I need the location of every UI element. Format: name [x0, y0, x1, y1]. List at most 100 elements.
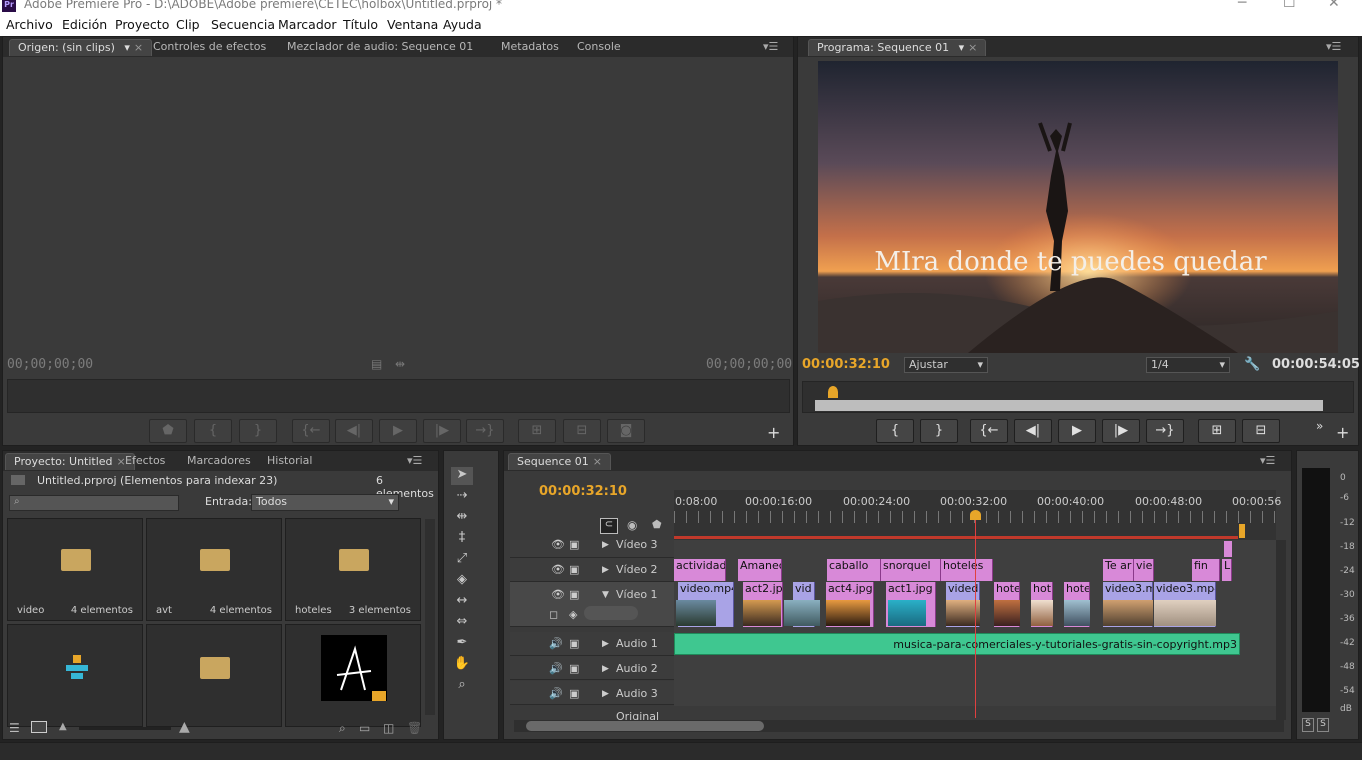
- wrench-icon[interactable]: 🔧: [1244, 357, 1260, 372]
- add-marker-icon[interactable]: ⬟: [652, 518, 662, 531]
- panel-menu-icon[interactable]: ▾☰: [1326, 40, 1341, 53]
- track-select-tool-icon[interactable]: ⇢: [451, 488, 473, 506]
- selection-tool-icon[interactable]: ➤: [451, 467, 473, 485]
- close-tab-icon[interactable]: ×: [593, 455, 602, 468]
- menu-titulo[interactable]: Título: [343, 17, 378, 32]
- close-tab-icon[interactable]: ×: [968, 41, 977, 54]
- expand-track-icon[interactable]: ▶: [602, 689, 609, 699]
- menu-ayuda[interactable]: Ayuda: [443, 17, 482, 32]
- mark-out-button[interactable]: }: [239, 419, 277, 443]
- expand-track-icon[interactable]: ▶: [602, 639, 609, 649]
- clip-v2[interactable]: Te ar: [1103, 559, 1134, 581]
- panel-menu-icon[interactable]: ▾☰: [407, 454, 422, 467]
- menu-edicion[interactable]: Edición: [62, 17, 107, 32]
- drag-video-icon[interactable]: ▤: [371, 357, 382, 371]
- playhead-icon[interactable]: [970, 510, 981, 520]
- lock-track-icon[interactable]: ▣: [569, 563, 579, 576]
- program-video-frame[interactable]: MIra donde te puedes quedar: [818, 61, 1338, 353]
- extract-button[interactable]: ⊟: [1242, 419, 1280, 443]
- lift-button[interactable]: ⊞: [1198, 419, 1236, 443]
- panel-menu-icon[interactable]: ▾☰: [763, 40, 778, 53]
- keyframe-nav[interactable]: [584, 606, 638, 620]
- lock-track-icon[interactable]: ▣: [569, 687, 579, 700]
- lock-track-icon[interactable]: ▣: [569, 588, 579, 601]
- menu-ventana[interactable]: Ventana: [387, 17, 438, 32]
- speaker-icon[interactable]: 🔊: [549, 662, 563, 675]
- program-current-timecode[interactable]: 00:00:32:10: [802, 357, 890, 372]
- playhead-line[interactable]: [975, 518, 976, 718]
- clip-v2[interactable]: L: [1222, 559, 1232, 581]
- tab-audio-mixer[interactable]: Mezclador de audio: Sequence 01: [279, 39, 481, 56]
- lock-track-icon[interactable]: ▣: [569, 637, 579, 650]
- tab-markers[interactable]: Marcadores: [179, 453, 259, 470]
- expand-track-icon[interactable]: ▶: [602, 664, 609, 674]
- tab-console[interactable]: Console: [569, 39, 629, 56]
- fit-dropdown[interactable]: Ajustar ▾: [904, 357, 988, 373]
- bin-item-avt[interactable]: avt 4 elementos: [146, 518, 282, 621]
- expand-track-icon[interactable]: ▶: [602, 540, 609, 550]
- clip-v2[interactable]: Amanec: [738, 559, 782, 581]
- timeline-vertical-scrollbar[interactable]: [1276, 540, 1286, 720]
- scroll-thumb[interactable]: [526, 721, 764, 731]
- clip-v2[interactable]: caballo: [827, 559, 881, 581]
- sequence-item[interactable]: [7, 624, 143, 727]
- title-item[interactable]: [285, 624, 421, 727]
- solo-left-button[interactable]: S: [1302, 718, 1314, 732]
- zoom-tool-icon[interactable]: ⌕: [451, 677, 473, 695]
- more-controls-icon[interactable]: »: [1316, 419, 1323, 433]
- entrada-dropdown[interactable]: Todos ▾: [251, 494, 399, 511]
- audio-clip-music[interactable]: musica-para-comerciales-y-tutoriales-gra…: [674, 633, 1240, 655]
- maximize-icon[interactable]: ☐: [1283, 0, 1296, 11]
- zoom-in-icon[interactable]: ▲: [179, 719, 190, 735]
- rate-stretch-tool-icon[interactable]: ⤢: [451, 551, 473, 569]
- tab-metadata[interactable]: Metadatos: [493, 39, 567, 56]
- eye-icon[interactable]: 👁: [551, 538, 565, 551]
- step-back-button[interactable]: ◀|: [335, 419, 373, 443]
- expand-track-icon[interactable]: ▶: [602, 565, 609, 575]
- hand-tool-icon[interactable]: ✋: [451, 656, 473, 674]
- add-button-icon[interactable]: +: [1336, 423, 1349, 442]
- find-icon[interactable]: ⌕: [339, 721, 346, 736]
- list-view-icon[interactable]: ☰: [9, 721, 20, 735]
- playhead-icon[interactable]: [828, 386, 838, 398]
- new-bin-icon[interactable]: ▭: [359, 721, 370, 735]
- zoom-out-icon[interactable]: ▲: [59, 721, 67, 732]
- play-button[interactable]: ▶: [1058, 419, 1096, 443]
- clip-v2[interactable]: hoteles: [941, 559, 993, 581]
- collapse-track-icon[interactable]: ▼: [602, 590, 609, 600]
- mark-out-button[interactable]: }: [920, 419, 958, 443]
- drag-audio-icon[interactable]: ⇹: [395, 357, 405, 371]
- program-time-ruler[interactable]: [802, 381, 1354, 413]
- tab-sequence[interactable]: Sequence 01 ×: [508, 453, 611, 470]
- bin-item-folder[interactable]: [146, 624, 282, 727]
- snap-icon[interactable]: ⊂: [600, 518, 618, 534]
- step-back-button[interactable]: ◀|: [1014, 419, 1052, 443]
- bin-item-video[interactable]: video 4 elementos: [7, 518, 143, 621]
- tab-project[interactable]: Proyecto: Untitled ×: [5, 453, 135, 470]
- step-forward-button[interactable]: |▶: [1102, 419, 1140, 443]
- tab-program[interactable]: Programa: Sequence 01 ▾ ×: [808, 39, 987, 56]
- pen-tool-icon[interactable]: ✒: [451, 635, 473, 653]
- search-input[interactable]: ⌕: [9, 495, 179, 511]
- project-scrollbar[interactable]: [425, 519, 435, 715]
- tab-history[interactable]: Historial: [259, 453, 320, 470]
- close-window-icon[interactable]: ✕: [1328, 0, 1340, 11]
- razor-tool-icon[interactable]: ◈: [451, 572, 473, 590]
- source-timecode-in[interactable]: 00;00;00;00: [7, 357, 93, 372]
- go-to-in-button[interactable]: {←: [292, 419, 330, 443]
- play-button[interactable]: ▶: [379, 419, 417, 443]
- tab-effect-controls[interactable]: Controles de efectos: [145, 39, 274, 56]
- clip-v3[interactable]: [1224, 541, 1232, 557]
- delete-icon[interactable]: 🗑: [407, 721, 422, 735]
- menu-marcador[interactable]: Marcador: [278, 17, 337, 32]
- menu-secuencia[interactable]: Secuencia: [211, 17, 275, 32]
- minimize-icon[interactable]: ─: [1238, 0, 1246, 11]
- linked-selection-icon[interactable]: ◉: [627, 518, 637, 532]
- panel-menu-icon[interactable]: ▾☰: [1260, 454, 1275, 467]
- speaker-icon[interactable]: 🔊: [549, 687, 563, 700]
- add-button-icon[interactable]: +: [767, 423, 780, 442]
- eye-icon[interactable]: 👁: [551, 563, 565, 576]
- menu-archivo[interactable]: Archivo: [6, 17, 53, 32]
- keyframe-icon[interactable]: ◻: [549, 608, 558, 621]
- tab-effects[interactable]: Efectos: [117, 453, 173, 470]
